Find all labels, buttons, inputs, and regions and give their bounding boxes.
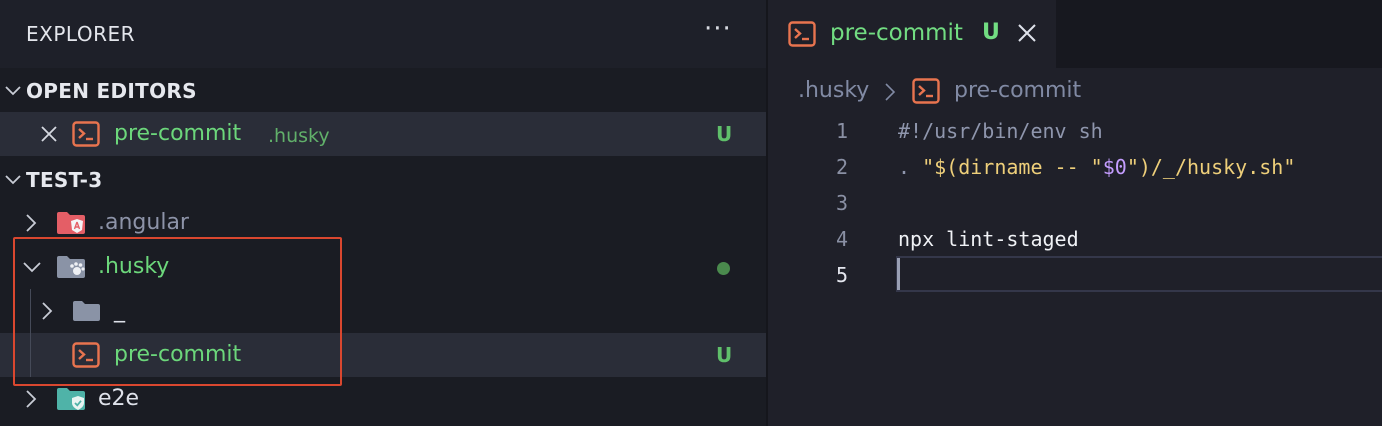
e2e-folder-icon <box>57 388 85 410</box>
tab-status-badge: U <box>982 20 1000 45</box>
tree-item-label: .husky <box>98 254 170 279</box>
tree-item-e2e[interactable]: e2e <box>0 377 766 421</box>
shell-script-icon <box>72 121 100 147</box>
chevron-right-icon <box>26 390 37 408</box>
chevron-down-icon <box>5 175 21 185</box>
tab-label: pre-commit <box>830 20 963 46</box>
chevron-right-icon <box>26 214 37 232</box>
angular-folder-icon <box>57 212 85 234</box>
breadcrumb-item-pre-commit[interactable]: pre-commit <box>954 78 1081 103</box>
untracked-status-badge: U <box>716 343 733 367</box>
open-editor-filename: pre-commit <box>114 121 242 146</box>
line-number: 3 <box>835 191 848 215</box>
tree-item-pre-commit[interactable]: pre-commit U <box>0 333 766 377</box>
code-line-2[interactable]: . "$(dirname -- "$0")/_/husky.sh" <box>898 155 1295 179</box>
code-token-dot: . <box>898 155 923 179</box>
breadcrumb-chevron-icon <box>885 83 896 101</box>
folder-icon <box>73 301 100 321</box>
chevron-down-icon <box>23 262 41 273</box>
open-editor-item[interactable]: pre-commit .husky U <box>0 112 766 156</box>
untracked-status-badge: U <box>716 122 733 146</box>
shell-script-icon <box>912 78 940 104</box>
tree-item-label: pre-commit <box>114 342 242 367</box>
code-token-variable: $0 <box>1102 155 1127 179</box>
text-cursor <box>897 258 900 290</box>
tree-item-label: e2e <box>98 386 140 411</box>
modified-dot-badge <box>717 262 730 275</box>
current-line-highlight <box>896 256 1382 292</box>
tree-item-husky[interactable]: .husky <box>0 245 766 289</box>
explorer-header: EXPLORER ··· <box>0 0 766 68</box>
code-token-string: ")/_/husky.sh" <box>1126 155 1296 179</box>
explorer-sidebar: EXPLORER ··· OPEN EDITORS pre-commit .hu… <box>0 0 766 426</box>
close-icon[interactable] <box>40 125 58 143</box>
tree-item-angular[interactable]: .angular <box>0 201 766 245</box>
shell-script-icon <box>72 342 100 368</box>
close-icon[interactable] <box>1016 22 1038 44</box>
breadcrumb-item-husky[interactable]: .husky <box>798 78 869 103</box>
tab-pre-commit[interactable]: pre-commit U <box>768 0 1056 68</box>
workspace-label: TEST-3 <box>26 168 103 192</box>
editor-area: pre-commit U .husky pre-commit 1 2 3 4 5… <box>768 0 1382 426</box>
indent-guide <box>30 289 31 333</box>
tree-item-label: _ <box>114 298 125 323</box>
more-actions-icon[interactable]: ··· <box>704 14 732 44</box>
open-editors-section-header[interactable]: OPEN EDITORS <box>0 68 766 112</box>
line-number: 4 <box>835 227 848 251</box>
explorer-title: EXPLORER <box>26 22 135 46</box>
shell-script-icon <box>788 21 816 47</box>
code-line-4[interactable]: npx lint-staged <box>898 227 1079 251</box>
line-number: 2 <box>835 155 848 179</box>
line-number-active: 5 <box>835 263 848 287</box>
line-number: 1 <box>835 119 848 143</box>
code-token-string: "$(dirname -- " <box>922 155 1103 179</box>
code-line-1[interactable]: #!/usr/bin/env sh <box>898 119 1103 143</box>
tree-item-label: .angular <box>98 210 189 235</box>
chevron-right-icon <box>42 302 53 320</box>
indent-guide <box>30 333 31 377</box>
workspace-section-header[interactable]: TEST-3 <box>0 157 766 201</box>
tree-item-underscore-folder[interactable]: _ <box>0 289 766 333</box>
chevron-down-icon <box>5 86 21 96</box>
open-editor-folder: .husky <box>268 125 330 147</box>
open-editors-label: OPEN EDITORS <box>26 79 197 103</box>
husky-folder-icon <box>57 256 85 278</box>
tab-bar: pre-commit U <box>768 0 1382 68</box>
